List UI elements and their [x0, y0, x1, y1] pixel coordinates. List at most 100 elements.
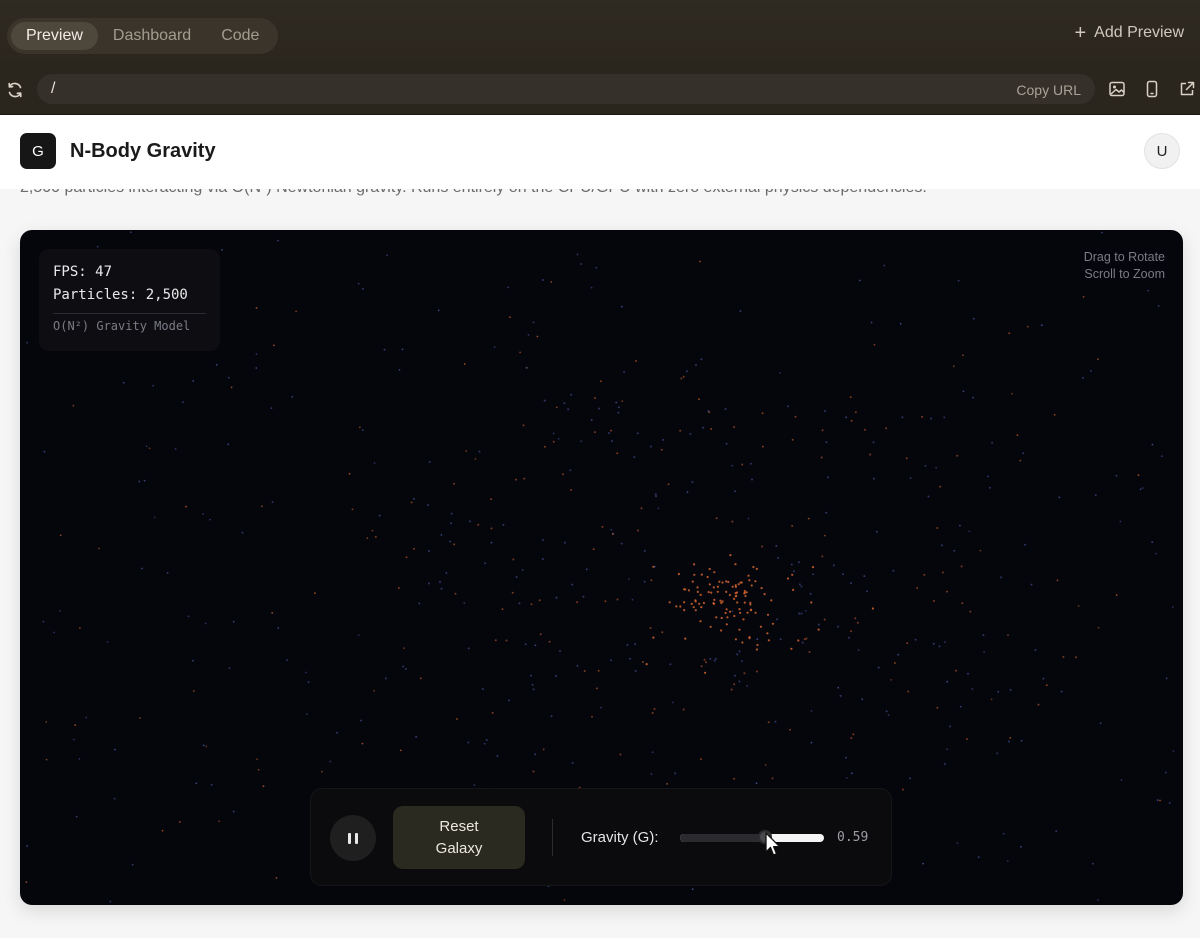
particle	[227, 376, 230, 379]
particle	[178, 821, 181, 823]
particle	[746, 611, 749, 614]
particle	[1159, 799, 1161, 802]
particle	[767, 721, 770, 724]
particle	[450, 522, 452, 525]
particle	[817, 623, 820, 626]
tab-dashboard[interactable]: Dashboard	[98, 22, 206, 50]
particle	[901, 788, 904, 791]
particle	[686, 491, 689, 494]
particle	[256, 758, 258, 760]
screenshot-icon[interactable]	[1108, 80, 1126, 98]
particle	[73, 738, 75, 741]
avatar[interactable]: U	[1144, 133, 1180, 169]
particle	[892, 569, 895, 572]
particle	[750, 608, 753, 611]
particle	[148, 447, 151, 450]
particle	[864, 428, 866, 431]
particle	[935, 466, 937, 469]
particle	[532, 770, 535, 773]
add-preview-button[interactable]: + Add Preview	[1074, 23, 1184, 43]
particle	[907, 690, 910, 693]
particle	[1101, 231, 1103, 234]
particle	[187, 615, 190, 618]
particle	[702, 426, 705, 429]
particle	[271, 501, 274, 503]
particle	[106, 641, 109, 643]
tab-preview[interactable]: Preview	[11, 22, 98, 50]
particle	[733, 426, 736, 428]
particle	[1097, 358, 1099, 361]
particle	[410, 501, 413, 504]
particle	[398, 369, 401, 371]
interaction-hints: Drag to Rotate Scroll to Zoom	[1084, 249, 1165, 283]
particle	[668, 601, 671, 604]
gravity-slider[interactable]	[680, 830, 824, 844]
particle	[329, 760, 332, 763]
particle	[145, 445, 148, 448]
particle	[583, 670, 586, 672]
particle	[651, 751, 654, 754]
particle	[530, 603, 533, 606]
particle	[797, 639, 800, 642]
mobile-view-icon[interactable]	[1143, 80, 1161, 98]
particle	[848, 636, 850, 639]
particle	[621, 305, 623, 308]
particle	[754, 580, 757, 583]
particle	[257, 768, 260, 771]
particle	[733, 777, 736, 780]
particle	[939, 485, 942, 488]
particle	[1092, 862, 1094, 865]
particle	[807, 517, 810, 520]
particle	[710, 591, 713, 594]
particle	[593, 431, 596, 434]
particle	[570, 393, 573, 396]
copy-url-button[interactable]: Copy URL	[1016, 82, 1081, 98]
particle	[1165, 677, 1168, 680]
particle	[1147, 289, 1150, 292]
particle	[374, 536, 377, 538]
particle	[131, 863, 134, 866]
particle	[1077, 605, 1080, 607]
particle	[559, 650, 561, 652]
reset-galaxy-button[interactable]: Reset Galaxy	[393, 806, 525, 869]
particle	[1137, 474, 1140, 476]
particle	[713, 571, 716, 574]
pause-button[interactable]	[330, 815, 376, 861]
reload-icon[interactable]	[5, 80, 25, 100]
particle	[255, 367, 258, 369]
particle	[700, 606, 703, 609]
particle	[555, 675, 557, 677]
particle	[1139, 488, 1142, 491]
particle	[956, 454, 959, 457]
open-external-icon[interactable]	[1178, 80, 1196, 98]
particle	[798, 583, 801, 586]
particle	[610, 659, 612, 662]
particle	[733, 683, 736, 686]
particle	[909, 477, 912, 479]
url-input[interactable]: / Copy URL	[37, 74, 1095, 104]
particle	[715, 517, 718, 520]
particle	[842, 573, 844, 576]
particle	[463, 602, 466, 604]
particle	[496, 755, 499, 758]
particle-count: Particles: 2,500	[53, 287, 188, 303]
particle	[811, 566, 815, 569]
particle	[946, 680, 949, 683]
tab-code[interactable]: Code	[206, 22, 274, 50]
particle	[684, 588, 687, 591]
particle	[515, 478, 517, 481]
particle	[580, 440, 583, 443]
particle	[557, 438, 560, 440]
particle	[1042, 677, 1045, 680]
particle	[627, 578, 630, 580]
particle	[718, 580, 721, 583]
particle	[899, 322, 902, 325]
particle	[536, 335, 539, 338]
particle	[373, 462, 376, 464]
particle	[508, 699, 511, 702]
simulation-canvas[interactable]: FPS: 47 Particles: 2,500 O(N²) Gravity M…	[20, 230, 1183, 905]
particle	[532, 688, 535, 691]
particle	[43, 450, 46, 453]
particle	[85, 716, 88, 719]
particle	[1006, 860, 1009, 862]
